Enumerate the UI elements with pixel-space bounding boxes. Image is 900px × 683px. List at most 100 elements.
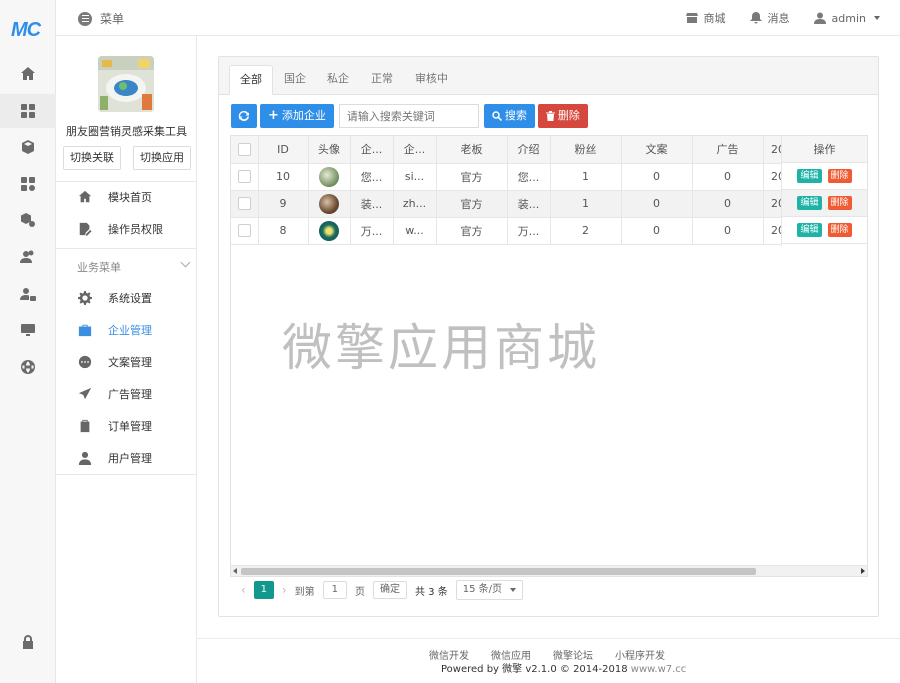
sidebar-group-title: 业务菜单 [77, 261, 121, 274]
powered-by-brand[interactable]: 微擎 [502, 664, 522, 675]
monitor-icon[interactable] [0, 313, 56, 347]
row-checkbox[interactable] [231, 163, 259, 191]
store-icon [685, 13, 698, 23]
tab-private[interactable]: 私企 [317, 65, 359, 95]
sidebar-item-module-home[interactable]: 模块首页 [56, 181, 197, 213]
chat-dots-icon [78, 355, 92, 369]
col-enterprise-name[interactable]: 企... [350, 136, 394, 164]
table-row[interactable]: 10 您... si... 官方 您... 1 0 0 20 [231, 163, 794, 191]
tab-all[interactable]: 全部 [229, 65, 273, 95]
sidebar-item-user-management[interactable]: 用户管理 [56, 442, 197, 474]
powered-by-label: Powered by [441, 664, 499, 675]
footer-domain[interactable]: www.w7.cc [631, 664, 687, 675]
avatar [308, 190, 351, 218]
col-copy[interactable]: 文案 [621, 136, 693, 164]
refresh-button[interactable] [231, 104, 257, 128]
row-delete-button[interactable]: 删除 [827, 223, 852, 237]
user-icon [813, 12, 826, 24]
menu-icon [78, 11, 92, 26]
sidebar-item-label: 用户管理 [108, 452, 152, 465]
cell-intro: 万... [507, 217, 551, 245]
icon-rail: MC [0, 0, 56, 683]
cell-intro: 您... [507, 163, 551, 191]
next-page-icon[interactable]: › [282, 583, 287, 597]
shop-link[interactable]: 商城 [685, 10, 726, 26]
tab-normal[interactable]: 正常 [361, 65, 403, 95]
page-size-select[interactable]: 15 条/页 [455, 580, 524, 600]
cell-enterprise-name: 您... [350, 163, 394, 191]
user-menu[interactable]: admin [813, 12, 880, 25]
menu-label: 菜单 [100, 12, 125, 26]
watermark: 微擎应用商城 [282, 319, 600, 377]
sidebar-item-label: 模块首页 [108, 191, 152, 204]
page-size-value: 15 条/页 [462, 584, 503, 595]
grid-icon[interactable] [0, 94, 56, 128]
home-icon[interactable] [0, 57, 56, 91]
scroll-right-icon[interactable] [861, 568, 865, 574]
row-checkbox[interactable] [231, 217, 259, 245]
sidebar-item-ad-management[interactable]: 广告管理 [56, 378, 197, 410]
globe-icon[interactable] [0, 350, 56, 384]
col-id[interactable]: ID [258, 136, 309, 164]
add-enterprise-button[interactable]: + 添加企业 [260, 104, 334, 128]
col-enterprise-code[interactable]: 企... [393, 136, 437, 164]
col-ads[interactable]: 广告 [692, 136, 764, 164]
user-icon [78, 451, 92, 465]
switch-link-button[interactable]: 切换关联 [63, 146, 121, 170]
cell-copy: 0 [621, 190, 693, 218]
sidebar-item-label: 广告管理 [108, 388, 152, 401]
table-row[interactable]: 8 万... w... 官方 万... 2 0 0 20 [231, 217, 794, 245]
page-number-current[interactable]: 1 [253, 581, 274, 599]
menu-toggle[interactable]: 菜单 [78, 10, 124, 27]
lock-icon[interactable] [0, 625, 56, 659]
edit-button[interactable]: 编辑 [797, 196, 822, 210]
scroll-left-icon[interactable] [233, 568, 237, 574]
sidebar-group-business[interactable]: 业务菜单 [77, 257, 191, 275]
messages-link[interactable]: 消息 [749, 10, 790, 26]
sidebar-item-system-settings[interactable]: 系统设置 [56, 282, 197, 314]
brand-logo[interactable]: MC [11, 19, 41, 42]
search-input[interactable] [338, 104, 479, 128]
switch-app-button[interactable]: 切换应用 [133, 146, 191, 170]
search-button[interactable]: 搜索 [483, 104, 535, 128]
goto-page-input[interactable]: 1 [322, 581, 347, 599]
delete-button[interactable]: 删除 [537, 104, 588, 128]
table-row[interactable]: 9 装... zh... 官方 装... 1 0 0 20 [231, 190, 794, 218]
cell-copy: 0 [621, 163, 693, 191]
apps-settings-icon[interactable] [0, 167, 56, 201]
operations-cell: 编辑 删除 [782, 163, 867, 190]
send-icon [78, 387, 92, 400]
col-fans[interactable]: 粉丝 [550, 136, 622, 164]
cell-copy: 0 [621, 217, 693, 245]
user-lock-icon[interactable] [0, 277, 56, 311]
select-all-checkbox[interactable] [231, 136, 259, 164]
add-enterprise-label: 添加企业 [281, 109, 326, 122]
row-delete-button[interactable]: 删除 [827, 196, 852, 210]
cell-boss: 官方 [436, 190, 508, 218]
edit-button[interactable]: 编辑 [797, 169, 822, 183]
prev-page-icon[interactable]: ‹ [241, 583, 246, 597]
scrollbar-thumb[interactable] [241, 568, 756, 575]
tab-state-owned[interactable]: 国企 [274, 65, 316, 95]
goto-confirm-button[interactable]: 确定 [373, 581, 407, 599]
edit-button[interactable]: 编辑 [797, 223, 822, 237]
row-checkbox[interactable] [231, 190, 259, 218]
cell-fans: 2 [550, 217, 622, 245]
tab-under-review[interactable]: 审核中 [405, 65, 458, 95]
toolbar: + 添加企业 搜索 删除 [231, 104, 588, 128]
box-gear-icon[interactable] [0, 203, 56, 237]
sidebar-item-order-management[interactable]: 订单管理 [56, 410, 197, 442]
col-boss[interactable]: 老板 [436, 136, 508, 164]
horizontal-scrollbar[interactable] [231, 565, 867, 576]
row-delete-button[interactable]: 删除 [827, 169, 852, 183]
users-icon[interactable] [0, 240, 56, 274]
sidebar-item-operator-permissions[interactable]: 操作员权限 [56, 213, 197, 245]
app-name: 朋友圈营销灵感采集工具 [66, 125, 187, 138]
cube-icon[interactable] [0, 130, 56, 164]
operations-cell: 编辑 删除 [782, 190, 867, 217]
col-intro[interactable]: 介绍 [507, 136, 551, 164]
sidebar-item-copy-management[interactable]: 文案管理 [56, 346, 197, 378]
gear-icon [78, 291, 92, 305]
shop-label: 商城 [703, 12, 726, 25]
sidebar-item-enterprise-management[interactable]: 企业管理 [56, 314, 197, 346]
